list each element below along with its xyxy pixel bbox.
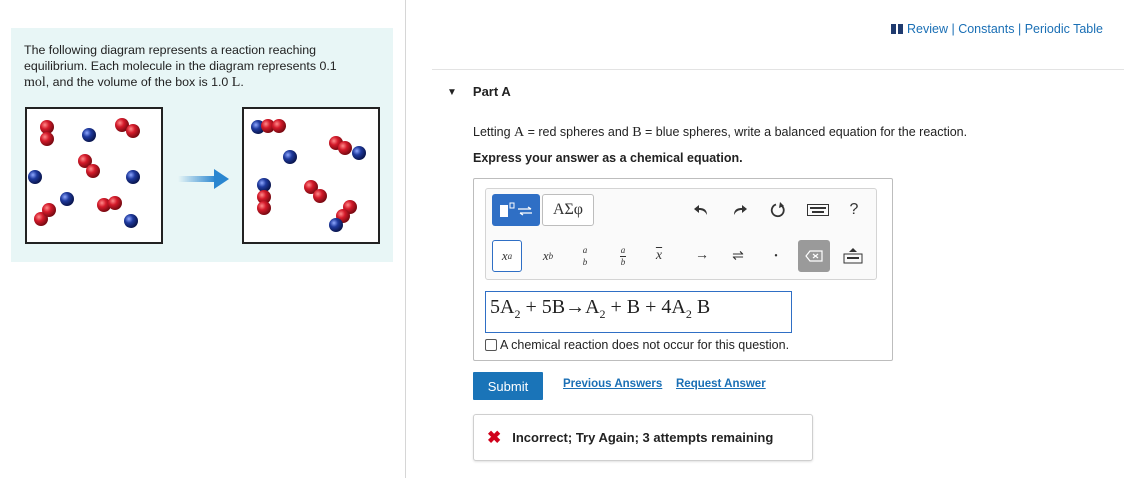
eq-term: + 5B→A [520,296,600,318]
a2b-molecule [304,180,327,203]
dot-button[interactable]: • [763,240,789,272]
fraction-num: a [582,244,588,255]
initial-molecules-diagram [28,118,140,228]
problem-line-3-rest: , and the volume of the box is 1.0 [45,75,232,89]
eq-term: 5A [490,296,515,318]
no-reaction-option[interactable]: A chemical reaction does not occur for t… [485,338,789,352]
a2b-molecule [257,178,271,215]
fraction-num: a [620,244,626,255]
fraction-button[interactable]: ab [572,240,598,272]
problem-panel: The following diagram represents a react… [0,0,406,478]
constants-link[interactable]: Constants [958,22,1014,36]
b-molecule [60,192,74,206]
keyboard-icon[interactable] [805,199,831,221]
answer-instruction: Express your answer as a chemical equati… [473,151,743,165]
superscript-button[interactable]: xa [492,240,522,272]
templates-button[interactable] [492,194,540,226]
no-reaction-label: A chemical reaction does not occur for t… [500,338,790,352]
initial-state-box [25,107,163,244]
delete-button[interactable] [798,240,830,272]
equation-input[interactable]: 5A2 + 5B→A2 + B + 4A2 B [485,291,792,333]
b-molecule [283,150,297,164]
close-icon: ✖ [487,427,502,447]
subscript-sub: b [548,251,554,261]
reset-icon[interactable] [767,199,789,221]
subscript-button[interactable]: xb [533,240,563,272]
problem-line-2: equilibrium. Each molecule in the diagra… [24,59,337,73]
submit-button[interactable]: Submit [473,372,543,400]
equilibrium-arrow-button[interactable]: ⇌ [725,240,751,272]
eq-term: B [691,296,711,318]
eq-term: + B + 4A [605,296,686,318]
prompt-symbol-a: A [514,125,525,140]
problem-line-3-end: . [240,75,244,89]
redo-icon[interactable] [729,199,751,221]
templates-icon [500,202,532,217]
undo-icon[interactable] [690,199,712,221]
link-separator: | [951,22,955,36]
b-molecule [126,170,140,184]
equilibrium-molecules-diagram [251,119,366,232]
unit-mol: mol [24,75,46,90]
a2-molecule [40,120,54,146]
superscript-exp: a [507,251,513,261]
no-reaction-checkbox[interactable] [485,339,497,351]
a2-molecule [97,196,122,212]
a2b-molecule [251,119,286,134]
backspace-icon [805,250,823,262]
keyboard-toggle-icon[interactable] [840,240,866,272]
greek-symbols-button[interactable]: ΑΣφ [542,194,594,226]
prompt-text: = red spheres and [524,125,633,139]
overline-button[interactable]: x [646,240,672,272]
equilibrium-state-box [242,107,380,244]
previous-answers-link[interactable]: Previous Answers [563,378,662,390]
b-molecule [124,214,138,228]
fraction-den: b [620,256,626,267]
feedback-box: ✖ Incorrect; Try Again; 3 attempts remai… [473,414,813,461]
a2b-molecule [329,136,366,160]
link-separator: | [1017,22,1022,36]
problem-line-1: The following diagram represents a react… [24,43,317,57]
part-label: Part A [472,84,511,99]
b-molecule [28,170,42,184]
stacked-fraction-button[interactable]: ab [610,240,636,272]
fraction-den: b [582,256,588,267]
a2-molecule [34,203,56,226]
book-icon [890,24,903,34]
prompt-symbol-b: B [632,125,642,140]
request-answer-link[interactable]: Request Answer [676,378,766,390]
feedback-message: Incorrect; Try Again; 3 attempts remaini… [512,430,774,445]
collapse-triangle-icon[interactable]: ▼ [447,87,457,98]
part-header[interactable]: ▼ Part A [447,84,511,99]
prompt-text: = blue spheres, write a balanced equatio… [641,125,968,139]
a2b-molecule [329,200,357,232]
problem-line-3: mol, and the volume of the box is 1.0 L. [24,74,374,91]
part-divider [432,69,1124,70]
question-prompt: Letting A = red spheres and B = blue sph… [473,125,967,141]
b-molecule [82,128,96,142]
resource-links: Review | Constants | Periodic Table [890,22,1103,36]
problem-statement-box: The following diagram represents a react… [11,28,393,262]
review-link[interactable]: Review [907,22,948,36]
prompt-text: Letting [473,125,515,139]
help-button[interactable]: ? [843,199,865,221]
periodic-table-link[interactable]: Periodic Table [1025,22,1103,36]
a2-molecule [115,118,140,138]
reaction-arrow-button[interactable]: → [689,240,715,272]
reaction-arrow-icon [178,169,229,189]
problem-text: The following diagram represents a react… [24,42,374,91]
a2-molecule [78,154,100,178]
